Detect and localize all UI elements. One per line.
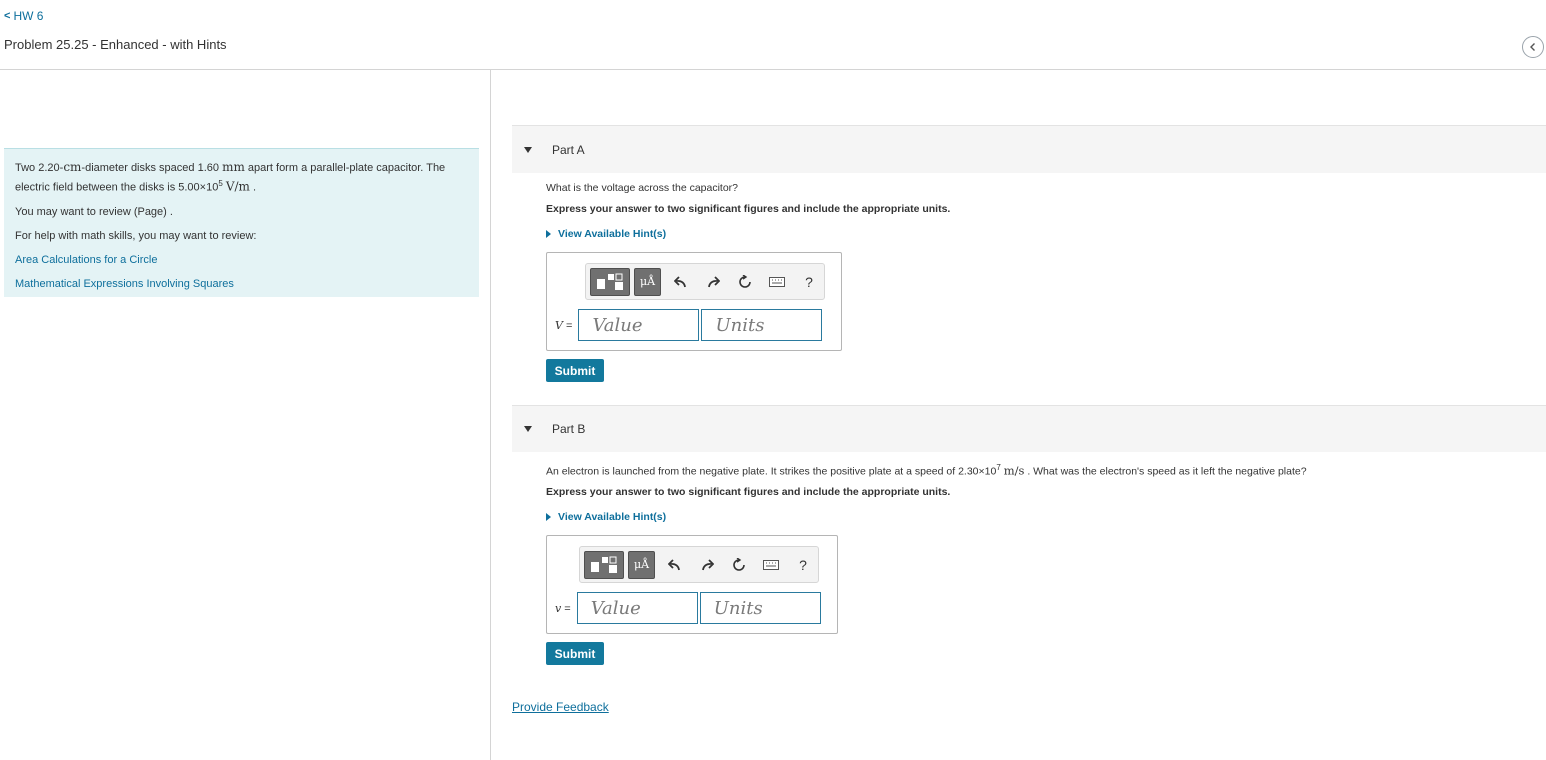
part-a-title: Part A — [552, 142, 585, 157]
part-a-header[interactable]: Part A — [512, 125, 1546, 173]
part-b-answer-box: μÅ ? v = Value Units — [546, 535, 838, 634]
part-a-answer-box: μÅ ? V = Value Units — [546, 252, 842, 351]
help-text: For help with math skills, you may want … — [15, 229, 257, 242]
part-a-hint-link[interactable]: View Available Hint(s) — [546, 228, 666, 240]
part-b-answer-row: v = Value Units — [555, 592, 821, 624]
units-button[interactable]: μÅ — [628, 550, 655, 579]
part-b-question: An electron is launched from the negativ… — [546, 463, 1307, 478]
review-text: You may want to review (Page) . — [15, 205, 173, 218]
units-button[interactable]: μÅ — [634, 267, 661, 296]
templates-button[interactable] — [584, 550, 624, 579]
redo-icon[interactable] — [695, 553, 719, 577]
part-b-value-input[interactable]: Value — [576, 592, 698, 624]
redo-icon[interactable] — [701, 270, 725, 294]
caret-right-icon — [546, 513, 551, 521]
caret-down-icon — [524, 146, 532, 153]
link-area-circle[interactable]: Area Calculations for a Circle — [15, 252, 468, 268]
templates-icon — [597, 273, 623, 290]
undo-icon[interactable] — [669, 270, 693, 294]
templates-icon — [591, 556, 617, 573]
templates-button[interactable] — [590, 267, 630, 296]
part-a-toolbar: μÅ ? — [585, 263, 825, 300]
collapse-panel-button[interactable] — [1522, 36, 1544, 58]
reset-icon[interactable] — [727, 553, 751, 577]
chevron-left-icon: < — [4, 10, 11, 22]
back-to-assignment-link[interactable]: < HW 6 — [4, 9, 43, 23]
problem-title: Problem 25.25 - Enhanced - with Hints — [4, 37, 227, 52]
part-b-hint-link[interactable]: View Available Hint(s) — [546, 511, 666, 523]
undo-icon[interactable] — [663, 553, 687, 577]
help-icon[interactable]: ? — [797, 270, 821, 294]
help-icon[interactable]: ? — [791, 553, 815, 577]
caret-down-icon — [524, 426, 532, 432]
assignment-name: HW 6 — [13, 9, 44, 23]
part-a-variable-label: V = — [555, 318, 573, 332]
part-a-units-input[interactable]: Units — [701, 309, 823, 341]
part-b-submit-button[interactable]: Submit — [546, 642, 604, 665]
part-b-toolbar: μÅ ? — [579, 546, 819, 583]
keyboard-icon[interactable] — [759, 553, 783, 577]
link-math-squares[interactable]: Mathematical Expressions Involving Squar… — [15, 276, 468, 292]
part-b-instruction: Express your answer to two significant f… — [546, 486, 951, 498]
part-a-question: What is the voltage across the capacitor… — [546, 182, 739, 194]
panel-divider — [490, 70, 491, 760]
part-a-instruction: Express your answer to two significant f… — [546, 203, 951, 215]
part-b-variable-label: v = — [555, 601, 571, 615]
part-a-answer-row: V = Value Units — [555, 309, 823, 341]
header-divider — [0, 69, 1546, 70]
keyboard-icon[interactable] — [765, 270, 789, 294]
caret-right-icon — [546, 230, 551, 238]
provide-feedback-link[interactable]: Provide Feedback — [512, 700, 609, 714]
part-b-header[interactable]: Part B — [512, 405, 1546, 452]
part-a-submit-button[interactable]: Submit — [546, 359, 604, 382]
problem-intro: Two 2.20-cm-diameter disks spaced 1.60 m… — [4, 148, 479, 297]
part-b-units-input[interactable]: Units — [699, 592, 821, 624]
chevron-left-icon — [1530, 43, 1535, 51]
part-a-value-input[interactable]: Value — [578, 309, 700, 341]
reset-icon[interactable] — [733, 270, 757, 294]
intro-statement: Two 2.20-cm-diameter disks spaced 1.60 m… — [15, 160, 446, 194]
part-b-title: Part B — [552, 422, 586, 436]
